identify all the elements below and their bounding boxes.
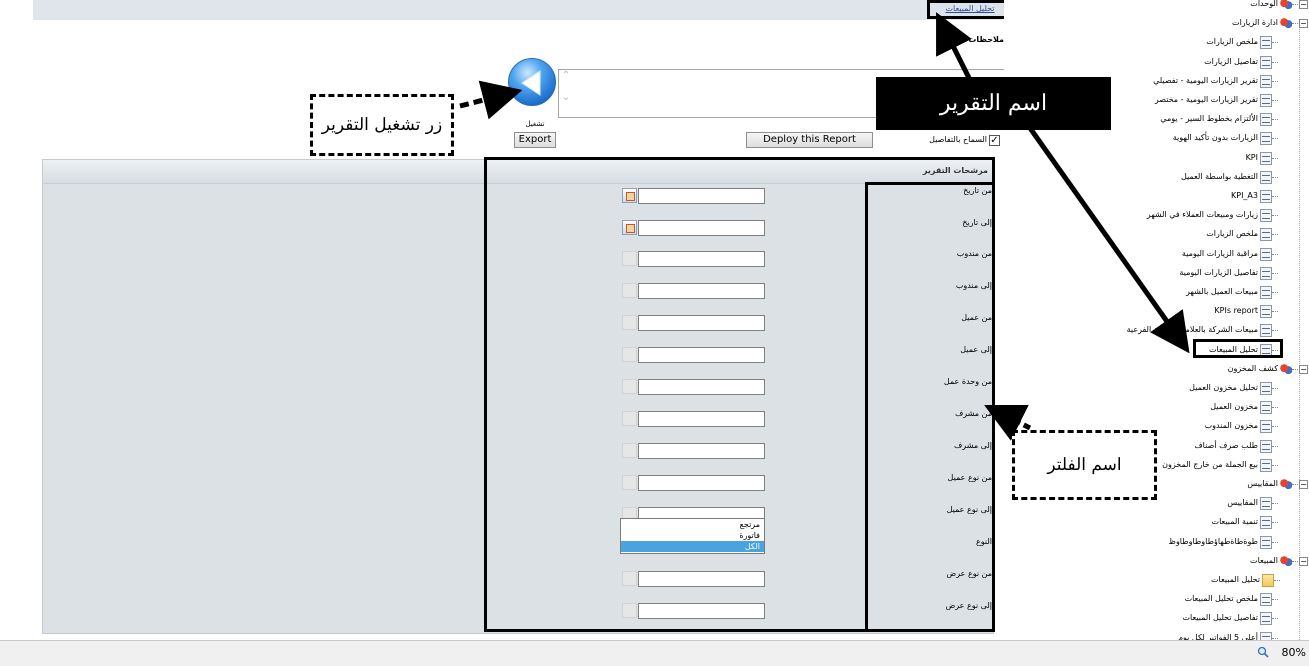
callout-report-name: اسم التقرير xyxy=(876,77,1111,130)
annotation-arrows xyxy=(459,12,1190,441)
arrow-to-tree-item xyxy=(1027,126,1190,354)
callout-run-button: زر تشغيل التقرير xyxy=(310,94,454,156)
callout-filter-name: اسم الفلتر xyxy=(1012,430,1157,500)
arrow-to-run-button xyxy=(459,80,523,120)
arrow-to-filter-name xyxy=(984,405,1032,441)
zoom-level[interactable]: 80% xyxy=(1258,646,1306,659)
status-bar xyxy=(0,640,1309,666)
